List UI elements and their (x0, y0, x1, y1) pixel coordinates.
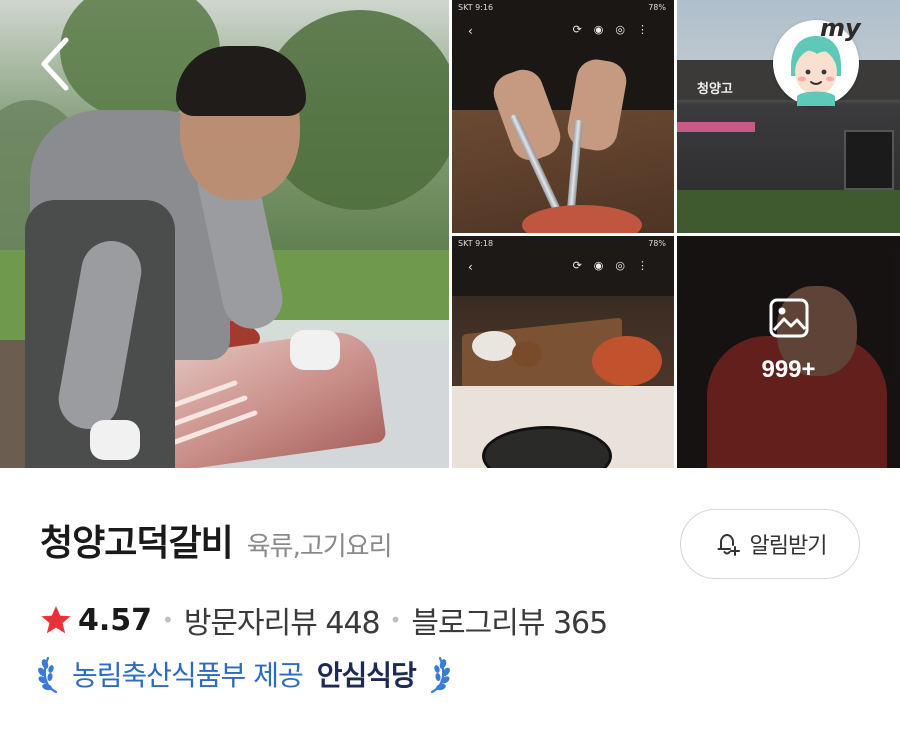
notify-label: 알림받기 (749, 534, 828, 559)
phone-back-icon: ‹ (468, 260, 473, 274)
status-time: SKT 9:16 (458, 3, 494, 12)
star-icon (41, 606, 71, 634)
status-bar: SKT 9:18 78% (452, 236, 674, 252)
notify-button[interactable]: 알림받기 (680, 509, 860, 579)
gallery-photo-2[interactable]: SKT 9:16 78% ‹ ⟳◉◎⋮ (452, 0, 674, 233)
phone-toolbar-icons: ⟳◉◎⋮ (572, 259, 660, 272)
cert-badge: 안심식당 (316, 659, 417, 692)
phone-toolbar: ‹ ⟳◉◎⋮ (452, 254, 674, 280)
certification-row[interactable]: 농림축산식품부 제공 안심식당 (36, 654, 452, 694)
status-battery: 78% (648, 239, 666, 248)
place-category: 육류,고기요리 (246, 532, 393, 562)
title-row: 청양고덕갈비 육류,고기요리 (40, 514, 393, 566)
laurel-right-icon (430, 656, 450, 694)
separator-dot: • (162, 608, 174, 632)
phone-toolbar: ‹ ⟳◉◎⋮ (452, 18, 674, 44)
cert-provider: 농림축산식품부 제공 (72, 659, 304, 692)
phone-back-icon: ‹ (468, 24, 473, 38)
more-photos-count: 999+ (761, 356, 816, 383)
bell-plus-icon (717, 533, 740, 556)
chevron-left-icon (41, 37, 69, 91)
gallery-more-photos[interactable]: 999+ (677, 236, 900, 468)
phone-toolbar-icons: ⟳◉◎⋮ (572, 23, 660, 36)
status-battery: 78% (648, 3, 666, 12)
more-photos-indicator: 999+ (677, 296, 900, 384)
place-info: 청양고덕갈비 육류,고기요리 알림받기 4.57 • 방문자리뷰 448 • 블… (0, 468, 900, 742)
separator-dot: • (389, 608, 402, 632)
photo-gallery: SKT 9:16 78% ‹ ⟳◉◎⋮ 청양고 SKT 9:18 78% ‹ ⟳… (0, 0, 900, 468)
status-bar: SKT 9:16 78% (452, 0, 674, 16)
blog-reviews-link[interactable]: 블로그리뷰 365 (411, 598, 608, 642)
gallery-photo-4[interactable]: SKT 9:18 78% ‹ ⟳◉◎⋮ (452, 236, 674, 468)
stats-row: 4.57 • 방문자리뷰 448 • 블로그리뷰 365 (40, 598, 608, 642)
laurel-left-icon (38, 656, 58, 694)
back-button[interactable] (36, 36, 76, 92)
visitor-reviews-link[interactable]: 방문자리뷰 448 (184, 598, 381, 642)
rating-value: 4.57 (78, 602, 153, 638)
status-time: SKT 9:18 (458, 239, 494, 248)
place-name: 청양고덕갈비 (40, 523, 234, 564)
image-icon (769, 298, 808, 338)
my-label: my (820, 14, 861, 42)
